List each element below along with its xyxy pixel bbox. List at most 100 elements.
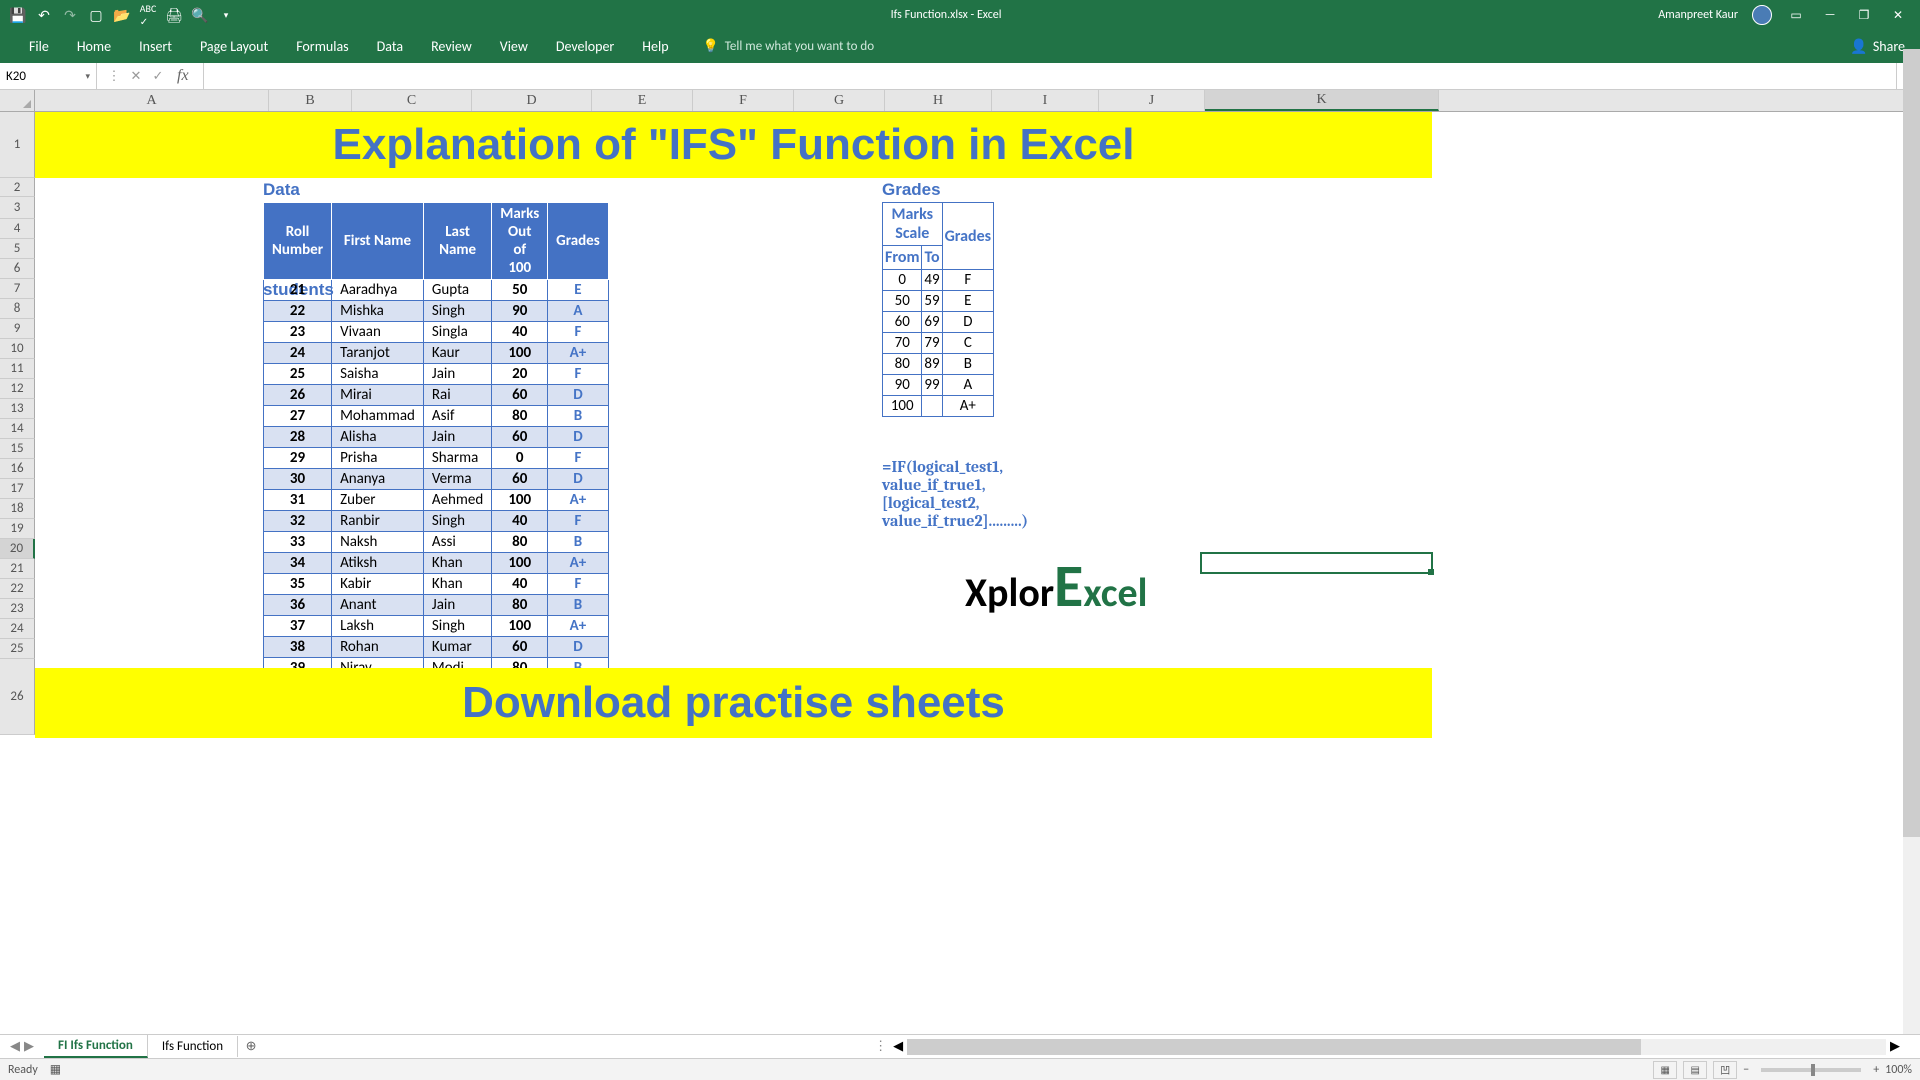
th-roll[interactable]: Roll Number: [264, 203, 332, 280]
row-header-12[interactable]: 12: [0, 379, 35, 399]
qat-dropdown-icon[interactable]: ▾: [218, 7, 234, 23]
ribbon-tab-insert[interactable]: Insert: [125, 32, 186, 61]
col-header-A[interactable]: A: [35, 90, 269, 111]
grades-table[interactable]: Marks Scale Grades From To 049F5059E6069…: [882, 202, 994, 417]
restore-icon[interactable]: ❐: [1854, 5, 1874, 25]
col-header-H[interactable]: H: [885, 90, 992, 111]
ribbon-tab-view[interactable]: View: [486, 32, 542, 61]
table-row[interactable]: 22MishkaSingh90A: [264, 301, 609, 322]
col-header-B[interactable]: B: [269, 90, 352, 111]
row-header-25[interactable]: 25: [0, 639, 35, 659]
ribbon-tab-developer[interactable]: Developer: [542, 32, 628, 61]
th-grade[interactable]: Grades: [548, 203, 609, 280]
selected-cell[interactable]: [1200, 552, 1433, 574]
col-header-C[interactable]: C: [352, 90, 472, 111]
ribbon-tab-help[interactable]: Help: [628, 32, 682, 61]
table-row[interactable]: 32RanbirSingh40F: [264, 511, 609, 532]
row-header-20[interactable]: 20: [0, 539, 35, 559]
row-header-4[interactable]: 4: [0, 219, 35, 239]
th-scale[interactable]: Marks Scale: [883, 203, 943, 246]
undo-icon[interactable]: ↶: [36, 7, 52, 23]
row-header-22[interactable]: 22: [0, 579, 35, 599]
table-row[interactable]: 31ZuberAehmed100A+: [264, 490, 609, 511]
row-header-24[interactable]: 24: [0, 619, 35, 639]
table-row[interactable]: 100A+: [883, 396, 994, 417]
col-header-E[interactable]: E: [592, 90, 693, 111]
row-header-7[interactable]: 7: [0, 279, 35, 299]
th-from[interactable]: From: [883, 246, 922, 270]
th-lastname[interactable]: Last Name: [423, 203, 491, 280]
save-icon[interactable]: 💾: [10, 7, 26, 23]
share-button[interactable]: 👤 Share: [1850, 38, 1905, 55]
table-row[interactable]: 38RohanKumar60D: [264, 637, 609, 658]
row-header-16[interactable]: 16: [0, 459, 35, 479]
table-row[interactable]: 24TaranjotKaur100A+: [264, 343, 609, 364]
row-header-14[interactable]: 14: [0, 419, 35, 439]
open-icon[interactable]: 📂: [114, 7, 130, 23]
row-header-13[interactable]: 13: [0, 399, 35, 419]
col-header-F[interactable]: F: [693, 90, 794, 111]
table-row[interactable]: 23VivaanSingla40F: [264, 322, 609, 343]
col-header-G[interactable]: G: [794, 90, 885, 111]
ribbon-tab-page-layout[interactable]: Page Layout: [186, 32, 282, 61]
new-icon[interactable]: ▢: [88, 7, 104, 23]
zoom-value[interactable]: 100%: [1885, 1063, 1912, 1077]
table-row[interactable]: 9099A: [883, 375, 994, 396]
tell-me[interactable]: 💡 Tell me what you want to do: [703, 39, 875, 54]
th-firstname[interactable]: First Name: [332, 203, 424, 280]
row-header-2[interactable]: 2: [0, 178, 35, 197]
table-row[interactable]: 7079C: [883, 333, 994, 354]
table-row[interactable]: 28AlishaJain60D: [264, 427, 609, 448]
table-row[interactable]: 6069D: [883, 312, 994, 333]
row-header-17[interactable]: 17: [0, 479, 35, 499]
fx-icon[interactable]: fx: [171, 67, 195, 85]
table-row[interactable]: 26MiraiRai60D: [264, 385, 609, 406]
row-header-8[interactable]: 8: [0, 299, 35, 319]
ribbon-tab-formulas[interactable]: Formulas: [282, 32, 362, 61]
horizontal-scrollbar[interactable]: ◀▶: [893, 1039, 1920, 1055]
col-header-I[interactable]: I: [992, 90, 1099, 111]
table-row[interactable]: 27MohammadAsif80B: [264, 406, 609, 427]
select-all-corner[interactable]: [0, 90, 35, 111]
row-header-23[interactable]: 23: [0, 599, 35, 619]
close-icon[interactable]: ✕: [1888, 5, 1908, 25]
col-header-D[interactable]: D: [472, 90, 592, 111]
table-row[interactable]: 37LakshSingh100A+: [264, 616, 609, 637]
table-row[interactable]: 35KabirKhan40F: [264, 574, 609, 595]
username[interactable]: Amanpreet Kaur: [1658, 8, 1738, 22]
preview-icon[interactable]: 🔍: [192, 7, 208, 23]
add-sheet-icon[interactable]: ⊕: [238, 1039, 264, 1054]
tab-prev-icon[interactable]: ◀: [10, 1039, 20, 1054]
row-header-26[interactable]: 26: [0, 659, 35, 735]
quickprint-icon[interactable]: 🖨: [166, 7, 182, 23]
table-row[interactable]: 049F: [883, 270, 994, 291]
avatar[interactable]: [1752, 5, 1772, 25]
table-row[interactable]: 36AnantJain80B: [264, 595, 609, 616]
row-header-1[interactable]: 1: [0, 112, 35, 178]
table-row[interactable]: 21AaradhyaGupta50E: [264, 280, 609, 301]
zoom-out-icon[interactable]: −: [1743, 1063, 1749, 1077]
pagebreak-view-icon[interactable]: 凹: [1713, 1061, 1737, 1079]
fx-dropdown[interactable]: ⋮: [105, 69, 123, 84]
name-box[interactable]: K20: [0, 63, 97, 89]
ribbon-tab-review[interactable]: Review: [417, 32, 486, 61]
ribbon-options-icon[interactable]: ▭: [1786, 5, 1806, 25]
row-header-21[interactable]: 21: [0, 559, 35, 579]
minimize-icon[interactable]: —: [1820, 5, 1840, 25]
col-header-J[interactable]: J: [1099, 90, 1205, 111]
th-marks[interactable]: Marks Out of 100: [492, 203, 548, 280]
row-header-19[interactable]: 19: [0, 519, 35, 539]
row-header-11[interactable]: 11: [0, 359, 35, 379]
vertical-scrollbar[interactable]: [1903, 49, 1920, 1034]
formula-input[interactable]: [204, 69, 1896, 84]
th-to[interactable]: To: [922, 246, 942, 270]
ribbon-tab-home[interactable]: Home: [63, 32, 125, 61]
table-row[interactable]: 8089B: [883, 354, 994, 375]
table-row[interactable]: 5059E: [883, 291, 994, 312]
cancel-icon[interactable]: ✕: [127, 69, 145, 84]
row-header-3[interactable]: 3: [0, 197, 35, 219]
spellcheck-icon[interactable]: ABC✓: [140, 7, 156, 23]
row-header-10[interactable]: 10: [0, 339, 35, 359]
table-row[interactable]: 33NakshAssi80B: [264, 532, 609, 553]
table-row[interactable]: 25SaishaJain20F: [264, 364, 609, 385]
